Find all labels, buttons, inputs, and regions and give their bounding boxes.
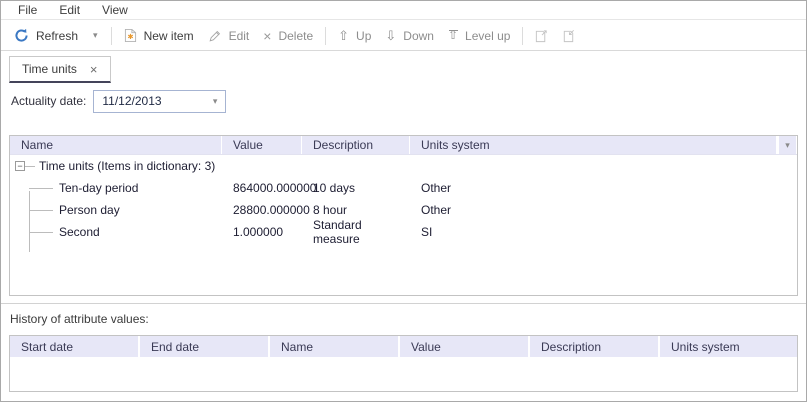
tab-bar: Time units × [9, 56, 111, 83]
tab-close-icon[interactable]: × [90, 63, 98, 76]
tree-line [25, 166, 35, 167]
tree-collapse-icon[interactable]: − [15, 161, 25, 171]
history-column-units-system[interactable]: Units system [660, 336, 797, 357]
down-arrow-icon: ⇩ [385, 29, 396, 42]
units-grid-panel: Name Value Description Units system ▾ − … [9, 135, 798, 296]
cell-name: Ten-day period [10, 177, 222, 199]
toolbar-separator [325, 27, 326, 45]
level-up-icon: ⇧ [448, 30, 458, 41]
delete-x-icon: × [263, 29, 271, 43]
cell-units-system: Other [410, 203, 797, 217]
grid-row[interactable]: Ten-day period 864000.000000 10 days Oth… [10, 177, 797, 199]
edit-pencil-icon [208, 29, 222, 43]
history-column-start-date[interactable]: Start date [10, 336, 140, 357]
edit-button[interactable]: Edit [201, 24, 257, 48]
menu-file[interactable]: File [7, 3, 48, 17]
actuality-date-row: Actuality date: 11/12/2013 ▾ [11, 89, 226, 113]
menu-bar: File Edit View [1, 1, 806, 20]
column-header-units-system[interactable]: Units system [410, 136, 777, 154]
cell-value: 28800.000000 [222, 203, 302, 217]
import-document-button[interactable] [555, 24, 582, 48]
history-column-end-date[interactable]: End date [140, 336, 270, 357]
level-up-label: Level up [465, 29, 510, 43]
cell-description: 10 days [302, 181, 410, 195]
menu-view[interactable]: View [91, 3, 139, 17]
actuality-date-combobox[interactable]: 11/12/2013 ▾ [93, 90, 226, 113]
delete-label: Delete [278, 29, 313, 43]
history-column-description[interactable]: Description [530, 336, 660, 357]
history-grid-header: Start date End date Name Value Descripti… [10, 336, 797, 357]
toolbar-separator [111, 27, 112, 45]
refresh-dropdown-icon[interactable]: ▾ [85, 31, 106, 40]
cell-value: 1.000000 [222, 225, 302, 239]
column-header-description[interactable]: Description [302, 136, 410, 154]
toolbar: Refresh ▾ New item [1, 21, 806, 51]
cell-units-system: SI [410, 225, 797, 239]
cell-description: Standard measure [302, 218, 410, 246]
cell-name: Second [10, 221, 222, 243]
export-document-icon [534, 28, 549, 43]
chooser-caret-icon: ▾ [785, 141, 790, 150]
cell-units-system: Other [410, 181, 797, 195]
new-item-label: New item [144, 29, 194, 43]
history-column-name[interactable]: Name [270, 336, 400, 357]
refresh-button[interactable]: Refresh [7, 24, 85, 48]
tab-label: Time units [22, 62, 77, 76]
down-label: Down [403, 29, 434, 43]
menu-edit[interactable]: Edit [48, 3, 91, 17]
panel-splitter[interactable] [1, 303, 806, 306]
toolbar-separator [522, 27, 523, 45]
grid-row[interactable]: Second 1.000000 Standard measure SI [10, 221, 797, 243]
cell-value: 864000.000000 [222, 181, 302, 195]
up-button[interactable]: ⇧ Up [331, 24, 378, 48]
new-item-button[interactable]: New item [117, 24, 201, 48]
actuality-date-value: 11/12/2013 [102, 94, 161, 108]
edit-label: Edit [229, 29, 250, 43]
import-document-icon [561, 28, 576, 43]
history-column-value[interactable]: Value [400, 336, 530, 357]
column-header-value[interactable]: Value [222, 136, 302, 154]
up-arrow-icon: ⇧ [338, 29, 349, 42]
cell-description: 8 hour [302, 203, 410, 217]
tab-time-units[interactable]: Time units × [9, 56, 111, 83]
new-item-icon [124, 28, 137, 43]
column-header-name[interactable]: Name [10, 136, 222, 154]
up-label: Up [356, 29, 371, 43]
refresh-icon [14, 28, 29, 43]
down-button[interactable]: ⇩ Down [378, 24, 441, 48]
level-up-button[interactable]: ⇧ Level up [441, 24, 517, 48]
root-node-label: Time units (Items in dictionary: 3) [10, 159, 215, 173]
actuality-date-label: Actuality date: [11, 94, 86, 108]
grid-header: Name Value Description Units system ▾ [10, 136, 797, 155]
history-section-label: History of attribute values: [10, 312, 149, 326]
cell-name: Person day [10, 199, 222, 221]
units-tree: − Time units (Items in dictionary: 3) Te… [10, 155, 797, 243]
column-chooser-button[interactable]: ▾ [777, 136, 797, 154]
combo-caret-icon: ▾ [213, 97, 218, 106]
app-window: File Edit View Refresh ▾ [0, 0, 807, 402]
refresh-label: Refresh [36, 29, 78, 43]
delete-button[interactable]: × Delete [256, 24, 320, 48]
history-grid-panel: Start date End date Name Value Descripti… [9, 335, 798, 392]
grid-root-row[interactable]: − Time units (Items in dictionary: 3) [10, 155, 797, 177]
export-document-button[interactable] [528, 24, 555, 48]
